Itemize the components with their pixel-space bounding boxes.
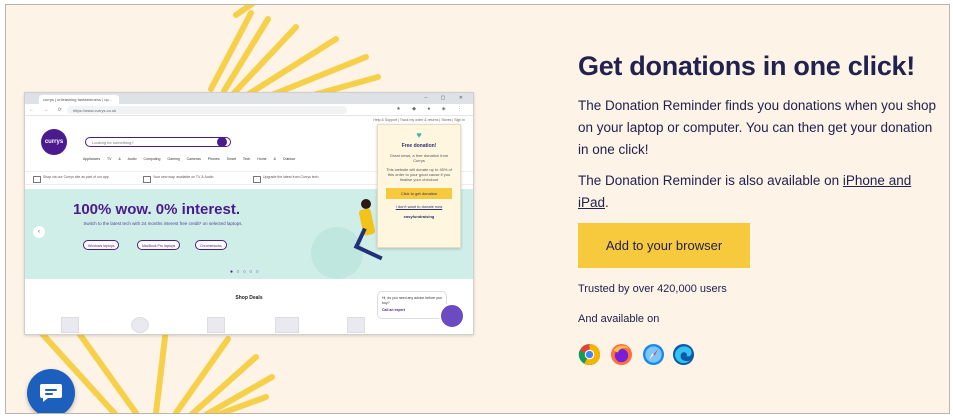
product-thumb xyxy=(207,317,225,333)
hero-pill: Chromebooks xyxy=(195,240,227,250)
nav-arrows-icon: ← → ⟳ xyxy=(29,107,66,113)
edge-icon[interactable] xyxy=(672,343,695,366)
site-chat-bubble: Hi, do you need any advice before you bu… xyxy=(377,291,447,319)
hero-title: 100% wow. 0% interest. xyxy=(73,201,241,218)
site-top-links: Help & Support | Track my order & return… xyxy=(373,118,465,122)
carousel-dots-icon: ● ○ ○ ○ ○ xyxy=(230,269,260,275)
screenshot-tab: currys | unleashing fantasticness | up..… xyxy=(39,95,119,104)
screenshot-url: https://www.currys.co.uk xyxy=(67,106,347,114)
hero-pill: MacBook Pro laptops xyxy=(137,240,181,250)
available-on-label: And available on xyxy=(578,313,660,325)
availability-text: The Donation Reminder is also available … xyxy=(578,170,938,214)
window-controls-icon: – ▢ ✕ xyxy=(424,95,469,101)
chat-icon xyxy=(40,384,62,402)
benefit-item: Upgrade the latest from Currys tech xyxy=(253,175,348,183)
browser-screenshot: currys | unleashing fantasticness | up..… xyxy=(24,92,474,335)
site-chat-link: Call an expert xyxy=(382,308,405,312)
product-thumb xyxy=(275,317,299,333)
currys-logo: currys xyxy=(41,129,67,155)
site-search-field: Looking for something? xyxy=(85,137,231,147)
donation-reminder-popup: ♥ Free donation! Great news, a free dona… xyxy=(377,124,461,248)
chat-avatar xyxy=(439,303,465,329)
availability-suffix: . xyxy=(605,195,609,210)
benefit-item: Your new way, available on TV & Audio xyxy=(143,175,238,183)
heart-icon: ♥ xyxy=(416,130,422,140)
screenshot-tab-bar: currys | unleashing fantasticness | up..… xyxy=(25,93,473,104)
popup-title: Free donation! xyxy=(401,143,437,149)
promo-panel: currys | unleashing fantasticness | up..… xyxy=(5,4,950,414)
availability-prefix: The Donation Reminder is also available … xyxy=(578,173,843,188)
site-category-nav: Appliances TV & Audio Computing Gaming C… xyxy=(83,157,296,161)
product-thumb xyxy=(131,317,149,333)
carousel-prev-icon: ‹ xyxy=(33,226,45,238)
safari-icon[interactable] xyxy=(642,343,665,366)
product-thumb xyxy=(347,317,365,333)
popup-text: Great news, a free donation from Currys xyxy=(389,153,449,163)
popup-donation-button: Click to get donation xyxy=(386,188,452,199)
screenshot-address-bar: ← → ⟳ https://www.currys.co.uk ★ ◆ ● ◈ ⋮ xyxy=(25,104,473,116)
add-to-browser-button[interactable]: Add to your browser xyxy=(578,223,750,268)
popup-brand: easyfundraising xyxy=(403,214,435,219)
chrome-icon[interactable] xyxy=(578,343,601,366)
site-chat-text: Hi, do you need any advice before you bu… xyxy=(382,296,442,305)
extension-icons: ★ ◆ ● ◈ ⋮ xyxy=(396,106,467,112)
trusted-text: Trusted by over 420,000 users xyxy=(578,283,727,295)
popup-link: I don't want to donate now xyxy=(395,204,443,209)
product-thumb xyxy=(61,317,79,333)
firefox-icon[interactable] xyxy=(610,343,633,366)
hero-person-head xyxy=(361,199,371,209)
site-search-icon xyxy=(217,137,227,147)
popup-text: This website will donate up to 45% of th… xyxy=(386,167,452,182)
page-heading: Get donations in one click! xyxy=(578,51,915,81)
benefit-item: Shop via our Currys site as part of our … xyxy=(33,175,128,183)
chat-launcher-button[interactable] xyxy=(27,369,75,413)
hero-pill: Windows laptops xyxy=(83,240,120,250)
hero-subtitle: Switch to the latest tech with 24 months… xyxy=(83,221,243,226)
hero-orb xyxy=(311,227,363,279)
description-text: The Donation Reminder finds you donation… xyxy=(578,98,936,157)
